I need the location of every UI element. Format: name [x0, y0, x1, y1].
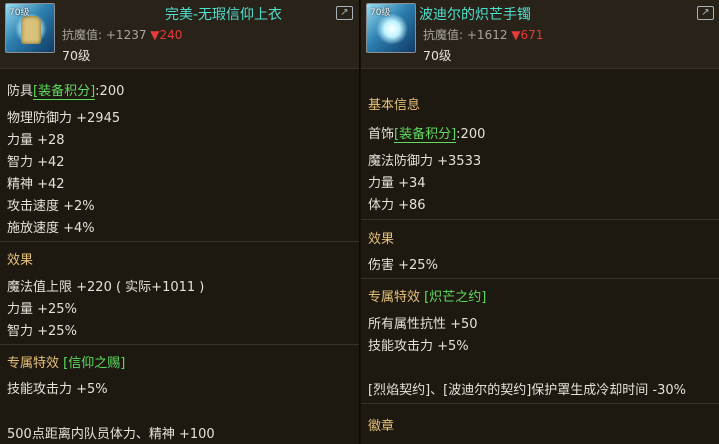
resist-number: +1612: [466, 28, 508, 42]
item-level: 70级: [62, 48, 91, 63]
stat-row: 体力 +86: [368, 198, 426, 213]
tooltip-body: 基本信息 首饰[装备积分]:200 魔法防御力 +3533 力量 +34 体力 …: [361, 69, 719, 444]
item-title: 完美-无瑕信仰上衣: [165, 7, 283, 23]
category-row: 防具[装备积分]:200: [7, 80, 125, 100]
icon-level-label: 70级: [370, 8, 391, 18]
tooltip-header: 70级 波迪尔的炽芒手镯 ↗ 抗魔值: +1612 ▼671 70级: [361, 0, 719, 69]
category-label: 防具: [7, 84, 34, 99]
divider: [0, 241, 359, 242]
divider: [361, 403, 719, 404]
emblem-heading: 徽章: [368, 419, 395, 434]
resist-value: 抗魔值: +1612 ▼671: [423, 26, 543, 43]
divider: [0, 344, 359, 345]
special-tag: [信仰之赐]: [63, 356, 126, 371]
item-level: 70级: [423, 48, 452, 63]
stat-row: 物理防御力 +2945: [7, 111, 121, 126]
special-stat-row: 技能攻击力 +5%: [7, 382, 108, 397]
item-tooltip-left: 70级 完美-无瑕信仰上衣 ↗ 抗魔值: +1237 ▼240 70级 防具[装…: [0, 0, 360, 444]
resist-label: 抗魔值:: [62, 28, 103, 42]
tooltip-header: 70级 完美-无瑕信仰上衣 ↗ 抗魔值: +1237 ▼240 70级: [0, 0, 359, 69]
divider: [361, 278, 719, 279]
score-value: :200: [95, 84, 125, 99]
score-tag: [装备积分]: [394, 127, 457, 143]
score-value: :200: [456, 127, 486, 142]
special-heading: 专属特效: [7, 356, 60, 371]
category-row: 首饰[装备积分]:200: [368, 123, 486, 143]
special-tag: [炽芒之约]: [424, 290, 487, 305]
resist-diff: ▼671: [511, 28, 544, 42]
stat-row: 魔法防御力 +3533: [368, 154, 482, 169]
resist-number: +1237: [105, 28, 147, 42]
score-tag: [装备积分]: [33, 84, 96, 100]
effect-heading: 效果: [368, 232, 395, 247]
armor-item-icon[interactable]: 70级: [5, 3, 55, 53]
item-title: 波迪尔的炽芒手镯: [419, 7, 531, 23]
stat-row: 施放速度 +4%: [7, 221, 95, 236]
category-label: 首饰: [368, 127, 395, 142]
divider: [361, 219, 719, 220]
resist-label: 抗魔值:: [423, 28, 464, 42]
resist-diff: ▼240: [150, 28, 183, 42]
share-icon[interactable]: ↗: [336, 6, 353, 20]
effect-row: 魔法值上限 +220 ( 实际+1011 ): [7, 280, 205, 295]
special-heading-row: 专属特效 [炽芒之约]: [368, 286, 486, 305]
special-stat-row: 技能攻击力 +5%: [368, 339, 469, 354]
basic-info-heading: 基本信息: [368, 98, 421, 113]
item-tooltip-right: 70级 波迪尔的炽芒手镯 ↗ 抗魔值: +1612 ▼671 70级 基本信息 …: [361, 0, 719, 444]
effect-row: 智力 +25%: [7, 324, 77, 339]
tooltip-body: 防具[装备积分]:200 物理防御力 +2945 力量 +28 智力 +42 精…: [0, 69, 359, 444]
stat-row: 智力 +42: [7, 155, 65, 170]
special-heading: 专属特效: [368, 290, 421, 305]
effect-row: 伤害 +25%: [368, 258, 438, 273]
effect-heading: 效果: [7, 253, 34, 268]
icon-level-label: 70级: [9, 8, 30, 18]
stat-row: 攻击速度 +2%: [7, 199, 95, 214]
stat-row: 力量 +34: [368, 176, 426, 191]
share-icon[interactable]: ↗: [697, 6, 714, 20]
special-stat-row: 所有属性抗性 +50: [368, 317, 478, 332]
stat-row: 精神 +42: [7, 177, 65, 192]
effect-row: 力量 +25%: [7, 302, 77, 317]
resist-value: 抗魔值: +1237 ▼240: [62, 26, 182, 43]
bracelet-item-icon[interactable]: 70级: [366, 3, 416, 53]
set-note: [烈焰契约]、[波迪尔的契约]保护罩生成冷却时间 -30%: [368, 383, 687, 398]
special-heading-row: 专属特效 [信仰之赐]: [7, 352, 125, 371]
stat-row: 力量 +28: [7, 133, 65, 148]
footer-note: 500点距离内队员体力、精神 +100: [7, 427, 215, 442]
